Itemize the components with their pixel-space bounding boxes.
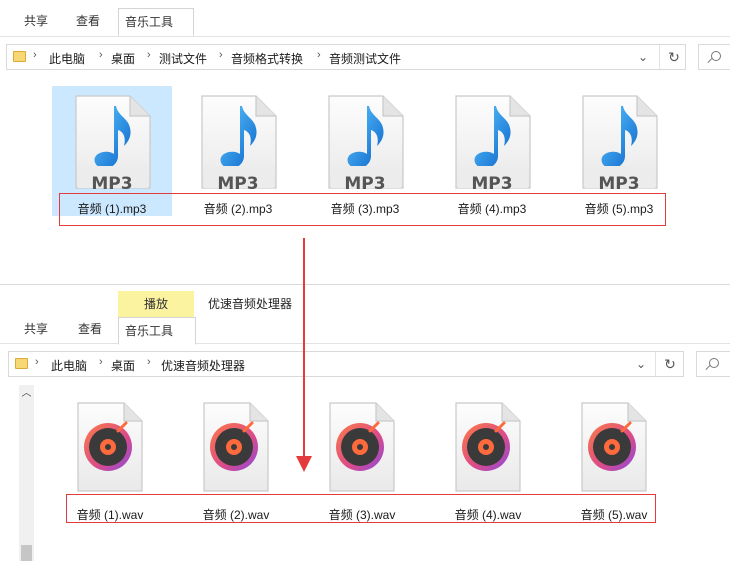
- breadcrumb-separator-icon[interactable]: ›: [317, 49, 321, 61]
- breadcrumb-this-pc[interactable]: 此电脑: [51, 357, 87, 374]
- breadcrumb-audio-convert[interactable]: 音频格式转换: [231, 50, 303, 67]
- breadcrumb-test-files[interactable]: 测试文件: [159, 50, 207, 67]
- breadcrumb-desktop[interactable]: 桌面: [111, 357, 135, 374]
- breadcrumb-separator-icon[interactable]: ›: [147, 356, 151, 368]
- breadcrumb-audio-test-files[interactable]: 音频测试文件: [329, 50, 401, 67]
- address-bar[interactable]: › 此电脑 › 桌面 › 优速音频处理器 ⌄ ↻: [8, 351, 684, 377]
- mp3-badge: MP3: [598, 174, 640, 194]
- audio-disc-file-icon: [452, 401, 524, 493]
- tab-share[interactable]: 共享: [18, 318, 54, 340]
- breadcrumb-separator-icon[interactable]: ›: [99, 356, 103, 368]
- scroll-thumb[interactable]: [21, 545, 32, 561]
- mp3-badge: MP3: [217, 174, 259, 194]
- search-box[interactable]: [696, 351, 730, 377]
- arrow-shaft: [303, 238, 305, 458]
- ribbon-tabs: 播放 优速音频处理器 共享 查看 音乐工具: [0, 285, 730, 345]
- audio-disc-file-icon: [200, 401, 272, 493]
- tab-share[interactable]: 共享: [18, 10, 54, 32]
- breadcrumb-this-pc[interactable]: 此电脑: [49, 50, 85, 67]
- audio-disc-file-icon: [74, 401, 146, 493]
- tab-music-tools[interactable]: 音乐工具: [118, 8, 194, 36]
- mp3-badge: MP3: [91, 174, 133, 194]
- search-icon: [709, 358, 719, 368]
- ribbon-tabs: 播放 共享 查看 音乐工具: [0, 0, 730, 37]
- scroll-up-icon[interactable]: ︿: [19, 385, 34, 403]
- window-title: 优速音频处理器: [208, 297, 293, 311]
- tab-view[interactable]: 查看: [72, 318, 108, 340]
- refresh-icon[interactable]: ↻: [659, 45, 688, 69]
- audio-disc-file-icon: [326, 401, 398, 493]
- conversion-arrow: [296, 238, 312, 472]
- tab-view[interactable]: 查看: [70, 10, 106, 32]
- context-tab-group-label[interactable]: 播放: [118, 291, 194, 317]
- highlight-box-mp3: [59, 193, 666, 226]
- chevron-down-icon[interactable]: ⌄: [627, 352, 655, 376]
- audio-disc-file-icon: [578, 401, 650, 493]
- tab-music-tools[interactable]: 音乐工具: [118, 317, 196, 345]
- explorer-window-output: 播放 优速音频处理器 共享 查看 音乐工具 › 此电脑 › 桌面 › 优速音频处…: [0, 284, 730, 561]
- file-list: 音频 (1).wav 音频 (2).wav 音频 (3).wav 音频 (4).…: [40, 385, 730, 561]
- mp3-badge: MP3: [471, 174, 513, 194]
- breadcrumb-separator-icon: ›: [33, 49, 37, 61]
- search-icon: [711, 51, 721, 61]
- breadcrumb-separator-icon[interactable]: ›: [99, 49, 103, 61]
- folder-icon: [13, 51, 26, 62]
- refresh-icon[interactable]: ↻: [655, 352, 684, 376]
- mp3-badge: MP3: [344, 174, 386, 194]
- breadcrumb-separator-icon[interactable]: ›: [147, 49, 151, 61]
- address-bar[interactable]: › 此电脑 › 桌面 › 测试文件 › 音频格式转换 › 音频测试文件 ⌄ ↻: [6, 44, 686, 70]
- folder-icon: [15, 358, 28, 369]
- arrow-down-icon: [296, 456, 312, 472]
- chevron-down-icon[interactable]: ⌄: [629, 45, 657, 69]
- highlight-box-wav: [66, 494, 656, 523]
- breadcrumb-app-folder[interactable]: 优速音频处理器: [161, 357, 245, 374]
- vertical-scrollbar[interactable]: ︿: [19, 385, 34, 561]
- breadcrumb-separator-icon[interactable]: ›: [219, 49, 223, 61]
- search-box[interactable]: [698, 44, 730, 70]
- breadcrumb-desktop[interactable]: 桌面: [111, 50, 135, 67]
- file-list: MP3 音频 (1).mp3 MP3 音频 (2).mp3 MP3 音频 (3)…: [0, 76, 730, 283]
- breadcrumb-separator-icon: ›: [35, 356, 39, 368]
- explorer-window-source: 播放 共享 查看 音乐工具 › 此电脑 › 桌面 › 测试文件 › 音频格式转换…: [0, 0, 730, 283]
